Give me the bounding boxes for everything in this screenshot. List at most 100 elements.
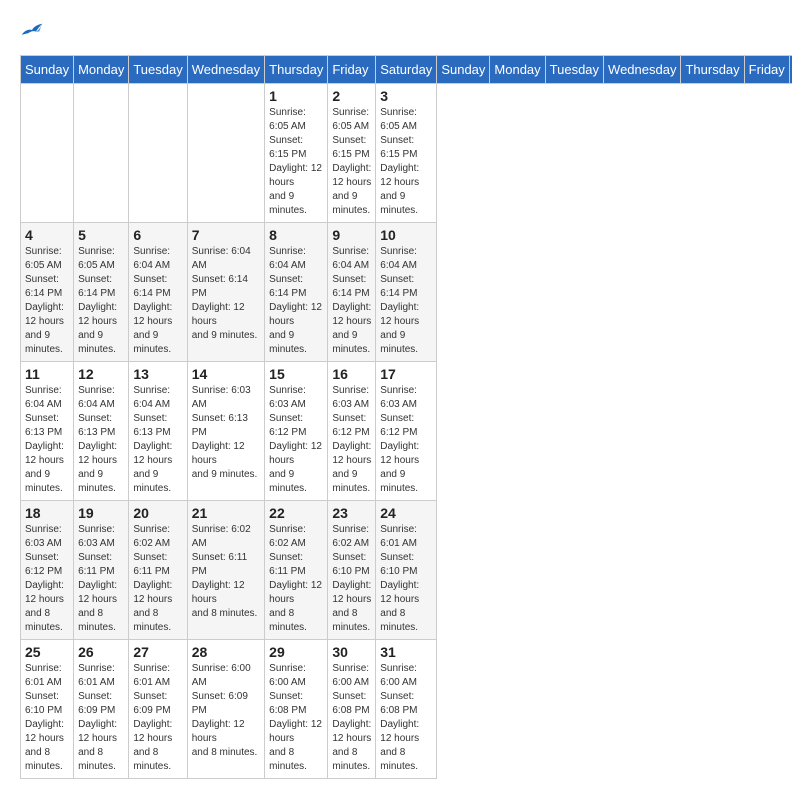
day-info: Sunrise: 6:03 AM Sunset: 6:12 PM Dayligh… xyxy=(380,384,432,496)
calendar-cell: 11 Sunrise: 6:04 AM Sunset: 6:13 PM Dayli… xyxy=(21,362,74,501)
calendar-cell xyxy=(187,84,264,223)
calendar-header-row: SundayMondayTuesdayWednesdayThursdayFrid… xyxy=(21,56,792,84)
day-number: 12 xyxy=(78,366,124,382)
col-header-monday: Monday xyxy=(74,56,129,84)
calendar-table: SundayMondayTuesdayWednesdayThursdayFrid… xyxy=(20,55,792,779)
day-info: Sunrise: 6:03 AM Sunset: 6:11 PM Dayligh… xyxy=(78,523,124,635)
day-info: Sunrise: 6:00 AM Sunset: 6:08 PM Dayligh… xyxy=(269,662,323,774)
calendar-cell: 28Sunrise: 6:00 AM Sunset: 6:09 PM Dayli… xyxy=(187,640,264,779)
day-info: Sunrise: 6:03 AM Sunset: 6:13 PM Dayligh… xyxy=(192,384,260,482)
calendar-cell: 7Sunrise: 6:04 AM Sunset: 6:14 PM Daylig… xyxy=(187,223,264,362)
day-info: Sunrise: 6:04 AM Sunset: 6:13 PM Dayligh… xyxy=(133,384,182,496)
day-info: Sunrise: 6:03 AM Sunset: 6:12 PM Dayligh… xyxy=(269,384,323,496)
calendar-cell: 8 Sunrise: 6:04 AM Sunset: 6:14 PM Daylig… xyxy=(265,223,328,362)
day-info: Sunrise: 6:04 AM Sunset: 6:13 PM Dayligh… xyxy=(78,384,124,496)
day-number: 26 xyxy=(78,644,124,660)
day-number: 2 xyxy=(332,88,371,104)
calendar-cell: 30 Sunrise: 6:00 AM Sunset: 6:08 PM Dayli… xyxy=(328,640,376,779)
calendar-cell: 24Sunrise: 6:01 AM Sunset: 6:10 PM Dayli… xyxy=(376,501,437,640)
calendar-cell: 9 Sunrise: 6:04 AM Sunset: 6:14 PM Daylig… xyxy=(328,223,376,362)
day-number: 21 xyxy=(192,505,260,521)
day-number: 16 xyxy=(332,366,371,382)
day-info: Sunrise: 6:02 AM Sunset: 6:11 PM Dayligh… xyxy=(192,523,260,621)
bird-icon xyxy=(20,20,44,40)
col-header-friday: Friday xyxy=(328,56,376,84)
day-info: Sunrise: 6:03 AM Sunset: 6:12 PM Dayligh… xyxy=(25,523,69,635)
calendar-cell: 27Sunrise: 6:01 AM Sunset: 6:09 PM Dayli… xyxy=(129,640,187,779)
page-header xyxy=(20,20,772,45)
calendar-week-row: 18 Sunrise: 6:03 AM Sunset: 6:12 PM Dayli… xyxy=(21,501,792,640)
day-info: Sunrise: 6:05 AM Sunset: 6:15 PM Dayligh… xyxy=(332,106,371,218)
day-number: 18 xyxy=(25,505,69,521)
calendar-cell: 10Sunrise: 6:04 AM Sunset: 6:14 PM Dayli… xyxy=(376,223,437,362)
day-number: 6 xyxy=(133,227,182,243)
day-number: 13 xyxy=(133,366,182,382)
day-info: Sunrise: 6:02 AM Sunset: 6:10 PM Dayligh… xyxy=(332,523,371,635)
calendar-week-row: 25 Sunrise: 6:01 AM Sunset: 6:10 PM Dayli… xyxy=(21,640,792,779)
day-info: Sunrise: 6:01 AM Sunset: 6:10 PM Dayligh… xyxy=(25,662,69,774)
day-info: Sunrise: 6:04 AM Sunset: 6:14 PM Dayligh… xyxy=(133,245,182,357)
calendar-cell: 17 Sunrise: 6:03 AM Sunset: 6:12 PM Dayli… xyxy=(376,362,437,501)
calendar-cell: 29Sunrise: 6:00 AM Sunset: 6:08 PM Dayli… xyxy=(265,640,328,779)
day-number: 24 xyxy=(380,505,432,521)
day-info: Sunrise: 6:00 AM Sunset: 6:08 PM Dayligh… xyxy=(380,662,432,774)
day-number: 11 xyxy=(25,366,69,382)
day-number: 22 xyxy=(269,505,323,521)
day-number: 9 xyxy=(332,227,371,243)
calendar-cell: 14Sunrise: 6:03 AM Sunset: 6:13 PM Dayli… xyxy=(187,362,264,501)
col-header-wednesday: Wednesday xyxy=(187,56,264,84)
day-number: 19 xyxy=(78,505,124,521)
day-info: Sunrise: 6:05 AM Sunset: 6:15 PM Dayligh… xyxy=(380,106,432,218)
day-info: Sunrise: 6:01 AM Sunset: 6:09 PM Dayligh… xyxy=(78,662,124,774)
day-info: Sunrise: 6:03 AM Sunset: 6:12 PM Dayligh… xyxy=(332,384,371,496)
day-number: 27 xyxy=(133,644,182,660)
day-info: Sunrise: 6:00 AM Sunset: 6:09 PM Dayligh… xyxy=(192,662,260,760)
day-number: 25 xyxy=(25,644,69,660)
day-info: Sunrise: 6:04 AM Sunset: 6:13 PM Dayligh… xyxy=(25,384,69,496)
day-number: 20 xyxy=(133,505,182,521)
day-info: Sunrise: 6:04 AM Sunset: 6:14 PM Dayligh… xyxy=(269,245,323,357)
calendar-cell: 19 Sunrise: 6:03 AM Sunset: 6:11 PM Dayli… xyxy=(74,501,129,640)
calendar-cell: 18 Sunrise: 6:03 AM Sunset: 6:12 PM Dayli… xyxy=(21,501,74,640)
calendar-cell: 20 Sunrise: 6:02 AM Sunset: 6:11 PM Dayli… xyxy=(129,501,187,640)
col-header-monday: Monday xyxy=(490,56,545,84)
day-number: 10 xyxy=(380,227,432,243)
calendar-cell: 31 Sunrise: 6:00 AM Sunset: 6:08 PM Dayli… xyxy=(376,640,437,779)
col-header-wednesday: Wednesday xyxy=(604,56,681,84)
day-info: Sunrise: 6:02 AM Sunset: 6:11 PM Dayligh… xyxy=(133,523,182,635)
col-header-sunday: Sunday xyxy=(21,56,74,84)
day-number: 5 xyxy=(78,227,124,243)
day-info: Sunrise: 6:00 AM Sunset: 6:08 PM Dayligh… xyxy=(332,662,371,774)
day-info: Sunrise: 6:04 AM Sunset: 6:14 PM Dayligh… xyxy=(332,245,371,357)
day-number: 17 xyxy=(380,366,432,382)
calendar-cell: 26 Sunrise: 6:01 AM Sunset: 6:09 PM Dayli… xyxy=(74,640,129,779)
col-header-friday: Friday xyxy=(744,56,789,84)
day-number: 3 xyxy=(380,88,432,104)
day-info: Sunrise: 6:02 AM Sunset: 6:11 PM Dayligh… xyxy=(269,523,323,635)
day-number: 23 xyxy=(332,505,371,521)
day-number: 15 xyxy=(269,366,323,382)
day-number: 31 xyxy=(380,644,432,660)
calendar-week-row: 1Sunrise: 6:05 AM Sunset: 6:15 PM Daylig… xyxy=(21,84,792,223)
calendar-cell: 1Sunrise: 6:05 AM Sunset: 6:15 PM Daylig… xyxy=(265,84,328,223)
day-number: 7 xyxy=(192,227,260,243)
calendar-cell: 25 Sunrise: 6:01 AM Sunset: 6:10 PM Dayli… xyxy=(21,640,74,779)
col-header-thursday: Thursday xyxy=(681,56,744,84)
calendar-cell: 2 Sunrise: 6:05 AM Sunset: 6:15 PM Daylig… xyxy=(328,84,376,223)
calendar-cell xyxy=(21,84,74,223)
calendar-cell xyxy=(74,84,129,223)
day-number: 8 xyxy=(269,227,323,243)
day-number: 4 xyxy=(25,227,69,243)
calendar-cell: 15 Sunrise: 6:03 AM Sunset: 6:12 PM Dayli… xyxy=(265,362,328,501)
day-number: 30 xyxy=(332,644,371,660)
calendar-cell: 21 Sunrise: 6:02 AM Sunset: 6:11 PM Dayli… xyxy=(187,501,264,640)
col-header-tuesday: Tuesday xyxy=(545,56,603,84)
calendar-week-row: 11 Sunrise: 6:04 AM Sunset: 6:13 PM Dayli… xyxy=(21,362,792,501)
calendar-cell: 16 Sunrise: 6:03 AM Sunset: 6:12 PM Dayli… xyxy=(328,362,376,501)
calendar-cell: 3 Sunrise: 6:05 AM Sunset: 6:15 PM Daylig… xyxy=(376,84,437,223)
col-header-saturday: Saturday xyxy=(376,56,437,84)
day-info: Sunrise: 6:05 AM Sunset: 6:14 PM Dayligh… xyxy=(25,245,69,357)
col-header-tuesday: Tuesday xyxy=(129,56,187,84)
calendar-cell: 13 Sunrise: 6:04 AM Sunset: 6:13 PM Dayli… xyxy=(129,362,187,501)
day-info: Sunrise: 6:05 AM Sunset: 6:15 PM Dayligh… xyxy=(269,106,323,218)
